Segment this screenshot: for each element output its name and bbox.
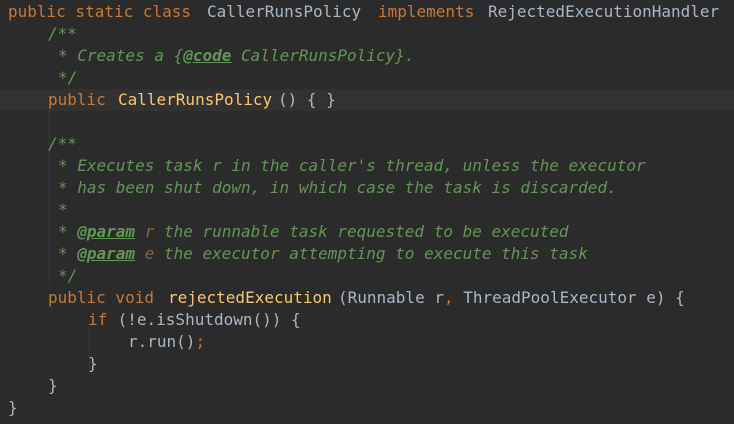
run-call-statement: r.run(); <box>128 331 205 353</box>
code-line-19: } <box>0 397 734 419</box>
code-editor[interactable]: public static class CallerRunsPolicy imp… <box>0 0 734 424</box>
closing-brace: } <box>8 398 18 417</box>
code-line-18: } <box>0 375 734 397</box>
code-line-3: * Creates a {@code CallerRunsPolicy}. <box>0 45 734 67</box>
param-list-open: (Runnable r <box>338 288 444 307</box>
doc-comment-open: /** <box>48 24 77 43</box>
keyword-public-void: public void <box>48 288 154 307</box>
keyword-implements: implements <box>378 2 475 21</box>
param-list-rest: ThreadPoolExecutor e) { <box>453 288 685 307</box>
code-line-9: * has been shut down, in which case the … <box>0 177 734 199</box>
doc-comment-star: * <box>58 200 68 219</box>
doc-comment-open: /** <box>48 134 77 153</box>
closing-brace: } <box>88 354 98 373</box>
param-description: the executor attempting to execute this … <box>154 244 588 263</box>
param-name: r <box>144 222 155 241</box>
param-description: the runnable task requested to be execut… <box>154 222 569 241</box>
doc-comment-text: * has been shut down, in which case the … <box>58 178 617 197</box>
if-condition: (!e.isShutdown()) { <box>108 310 301 329</box>
code-line-14: public void rejectedExecution (Runnable … <box>0 287 734 309</box>
doc-comment-prefix: * <box>58 244 78 263</box>
code-line-10: * <box>0 199 734 221</box>
javadoc-param-tag: @param <box>77 222 136 241</box>
keyword-public-static-class: public static class <box>8 2 192 21</box>
keyword-if: if <box>88 310 108 329</box>
code-line-11: * @param r the runnable task requested t… <box>0 221 734 243</box>
code-line-1: public static class CallerRunsPolicy imp… <box>0 1 734 23</box>
param-name: e <box>144 244 155 263</box>
method-name: rejectedExecution <box>168 288 332 307</box>
code-line-2: /** <box>0 23 734 45</box>
class-name: CallerRunsPolicy <box>207 2 362 21</box>
comma: , <box>443 288 454 307</box>
method-signature: (Runnable r, ThreadPoolExecutor e) { <box>338 287 685 309</box>
doc-comment-prefix: * <box>58 222 78 241</box>
doc-comment-suffix: CallerRunsPolicy}. <box>231 46 415 65</box>
code-line-13: */ <box>0 265 734 287</box>
keyword-public: public <box>48 90 106 109</box>
code-line-15: if (!e.isShutdown()) { <box>0 309 734 331</box>
constructor-body: () { } <box>278 90 336 109</box>
doc-comment-param: * @param r the runnable task requested t… <box>58 221 569 243</box>
code-line-8: * Executes task r in the caller's thread… <box>0 155 734 177</box>
doc-comment-close: */ <box>58 68 78 87</box>
javadoc-code-tag: @code <box>183 46 232 65</box>
doc-comment-close: */ <box>58 266 78 285</box>
constructor-name: CallerRunsPolicy <box>118 90 273 109</box>
code-line-7: /** <box>0 133 734 155</box>
doc-comment-text: * Creates a {@code CallerRunsPolicy}. <box>58 45 414 67</box>
closing-brace: } <box>48 376 58 395</box>
semicolon: ; <box>195 332 206 351</box>
code-line-17: } <box>0 353 734 375</box>
doc-comment-param: * @param e the executor attempting to ex… <box>58 243 588 265</box>
code-line-12: * @param e the executor attempting to ex… <box>0 243 734 265</box>
run-call: r.run() <box>128 332 196 351</box>
code-line-4: */ <box>0 67 734 89</box>
interface-name: RejectedExecutionHandler <box>488 2 720 21</box>
code-line-16: r.run(); <box>0 331 734 353</box>
javadoc-param-tag: @param <box>77 244 136 263</box>
code-line-5-current: public CallerRunsPolicy () { } <box>0 89 734 111</box>
doc-comment-text: * Executes task r in the caller's thread… <box>58 156 646 175</box>
doc-comment-prefix: * Creates a { <box>58 46 184 65</box>
